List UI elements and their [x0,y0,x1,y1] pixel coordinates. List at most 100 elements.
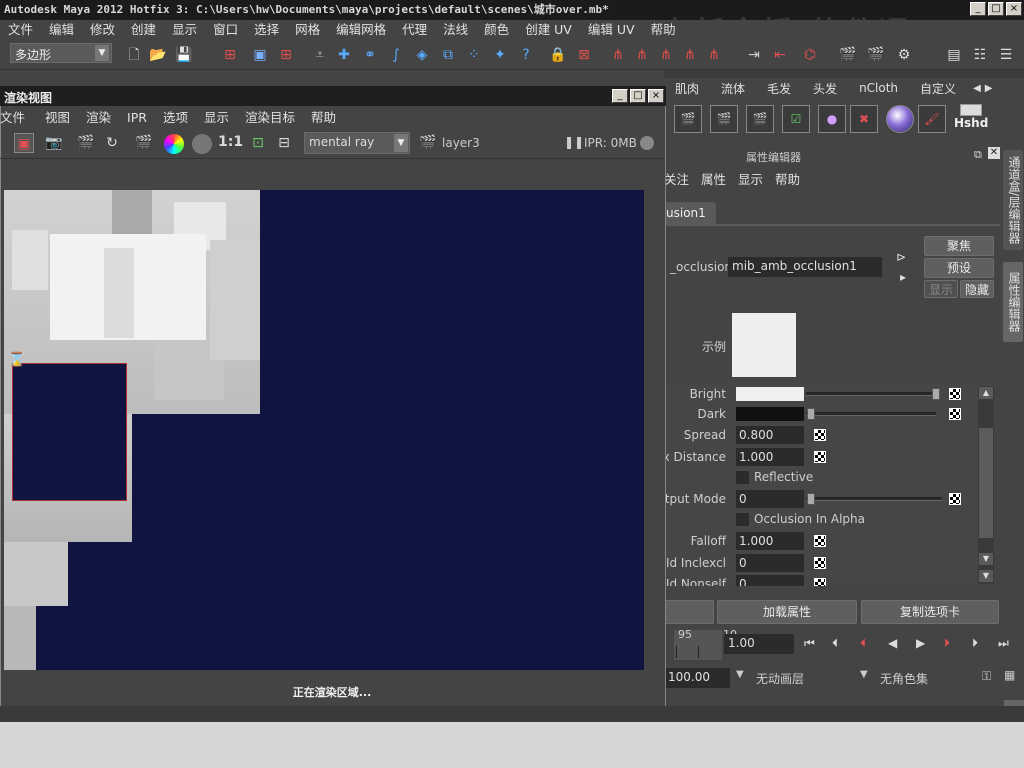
minimize-button[interactable]: _ [970,2,986,16]
shelf-tab-fluids[interactable]: 流体 [710,80,756,97]
pick-misc-icon[interactable]: ? [516,45,536,65]
remove-image-icon[interactable]: ⊟ [274,133,294,153]
render-settings-icon[interactable]: 🎬 [134,133,154,153]
play-forward-icon[interactable]: ▶ [916,636,925,650]
menu-proxy[interactable]: 代理 [394,20,435,40]
render-frame-icon[interactable]: 🎬 [838,45,858,65]
renderer-dropdown[interactable]: mental ray ▼ [304,132,410,154]
pick-deformations-icon[interactable]: ⧉ [438,45,458,65]
attr-menu-help[interactable]: 帮助 [769,170,806,190]
key-icon[interactable]: ⚿ [982,669,991,684]
select-hierarchy-icon[interactable]: ⊞ [220,45,240,65]
menu-mesh[interactable]: 网格 [287,20,328,40]
menu-edit-mesh[interactable]: 编辑网格 [328,20,394,40]
scroll-up-icon[interactable]: ▲ [979,387,993,399]
menu-edit-uv[interactable]: 编辑 UV [580,20,643,40]
render-image[interactable] [4,190,644,670]
close-button[interactable]: × [1006,2,1022,16]
render-menu-render-target[interactable]: 渲染目标 [237,108,303,128]
map-button-icon[interactable] [814,557,826,569]
close-button[interactable]: × [648,89,664,103]
go-to-start-icon[interactable]: ⏮ [804,636,815,651]
render-layer-icon[interactable]: 🎬 [418,133,438,153]
pick-rendering-icon[interactable]: ✦ [490,45,510,65]
step-back-key-icon[interactable]: ⏴ [832,636,838,651]
map-button-icon[interactable] [814,578,826,586]
menu-file[interactable]: 文件 [0,20,41,40]
bright-color-swatch[interactable] [736,387,804,401]
presets-button[interactable]: 预设 [924,258,994,278]
go-to-end-icon[interactable]: ⏭ [998,636,1009,651]
maximize-button[interactable]: □ [630,89,646,103]
minimize-button[interactable]: _ [612,89,628,103]
shelf-tab-fur[interactable]: 毛发 [756,80,802,97]
hide-button[interactable]: 隐藏 [960,280,994,298]
step-forward-key-icon[interactable]: ⏵ [972,636,978,651]
render-clapper-icon[interactable]: 🎬 [674,105,702,133]
map-button-icon[interactable] [814,535,826,547]
id-inclexcl-field[interactable]: 0 [736,554,804,572]
input-connection-icon[interactable]: ⊳ [896,250,906,264]
menu-modify[interactable]: 修改 [82,20,123,40]
time-slider[interactable]: 95 10 [674,628,737,660]
shelf-scroll-right-icon[interactable]: ▶ [985,83,993,94]
alpha-channel-icon[interactable] [192,134,212,154]
construction-history-icon[interactable]: ⌬ [800,45,820,65]
chevron-down-icon[interactable]: ▼ [860,669,868,680]
shelf-tab-hair[interactable]: 头发 [802,80,848,97]
menu-select[interactable]: 选择 [246,20,287,40]
highlight-selection-icon[interactable]: ⊠ [574,45,594,65]
render-menu-render[interactable]: 渲染 [78,108,119,128]
batch-render-icon[interactable]: 🎬 [746,105,774,133]
focus-button[interactable]: 聚焦 [924,236,994,256]
toggle-attribute-editor-icon[interactable]: ☷ [970,45,990,65]
copy-tab-button[interactable]: 复制选项卡 [861,600,999,624]
node-name-field[interactable]: mib_amb_occlusion1 [728,257,882,277]
render-check-icon[interactable]: ☑ [782,105,810,133]
refresh-icon[interactable]: ↻ [102,133,122,153]
anim-prefs-icon[interactable]: ▦ [1004,668,1015,682]
menu-window[interactable]: 窗口 [205,20,246,40]
real-size-label[interactable]: 1:1 [218,134,243,150]
attribute-editor-tab[interactable]: 属性编辑器 [1003,262,1023,342]
keep-image-icon[interactable]: ⊡ [248,133,268,153]
render-menu-options[interactable]: 选项 [155,108,196,128]
menu-edit[interactable]: 编辑 [41,20,82,40]
paint-brush-icon[interactable]: 🖌 [918,105,946,133]
scroll-down-icon[interactable]: ▼ [979,570,993,582]
anim-layer-label[interactable]: 无动画层 [756,670,804,687]
render-menu-file[interactable]: 文件 [0,108,37,128]
dark-color-swatch[interactable] [736,407,804,421]
snap-live-icon[interactable]: ⋔ [704,45,724,65]
menu-create-uv[interactable]: 创建 UV [517,20,580,40]
pause-icon[interactable]: ❚❚ [564,135,584,149]
render-menu-help[interactable]: 帮助 [303,108,344,128]
attr-menu-show[interactable]: 显示 [732,170,769,190]
attr-menu-attributes[interactable]: 属性 [695,170,732,190]
shelf-scroll-left-icon[interactable]: ◀ [973,83,981,94]
select-component-icon[interactable]: ⊞ [276,45,296,65]
attributes-scrollbar[interactable]: ▲ ▼ ▼ [978,386,994,584]
shelf-tab-custom[interactable]: 自定义 [909,80,967,97]
hypershade-sphere-icon[interactable] [886,105,914,133]
select-object-icon[interactable]: ▣ [250,45,270,65]
output-mode-slider-track[interactable] [806,497,942,501]
chevron-down-icon[interactable]: ▼ [736,669,744,680]
falloff-field[interactable]: 1.000 [736,532,804,550]
attr-menu-focus[interactable]: 关注 [664,170,695,190]
id-nonself-field[interactable]: 0 [736,575,804,586]
menu-color[interactable]: 颜色 [476,20,517,40]
output-mode-field[interactable]: 0 [736,490,804,508]
menu-display[interactable]: 显示 [164,20,205,40]
scrollbar-thumb[interactable] [979,428,993,538]
channel-box-tab[interactable]: 通道盒/层编辑器 [1003,150,1023,250]
render-menu-view[interactable]: 视图 [37,108,78,128]
filter-icon[interactable]: ⩡ [310,45,330,65]
node-tab[interactable]: usion1 [664,202,716,224]
save-scene-icon[interactable]: 💾 [174,45,194,65]
menu-help[interactable]: 帮助 [643,20,684,40]
delete-render-icon[interactable]: ✖ [850,105,878,133]
toggle-channel-box-icon[interactable]: ▤ [944,45,964,65]
menu-normals[interactable]: 法线 [435,20,476,40]
step-forward-frame-icon[interactable]: ⏵ [944,636,950,651]
